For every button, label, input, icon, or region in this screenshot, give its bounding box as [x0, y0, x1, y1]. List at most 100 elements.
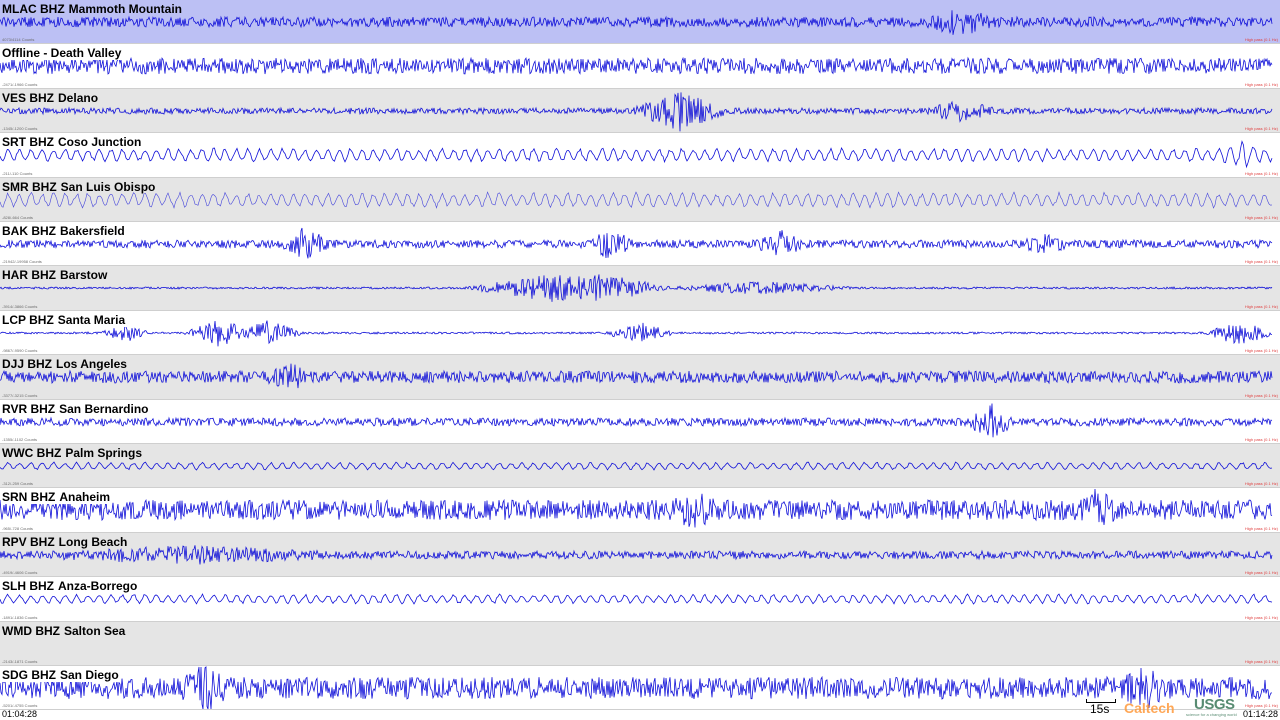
trace-filter-note: High pass (0.1 Hz) — [1244, 658, 1278, 664]
station-code: BAK BHZ — [2, 224, 56, 238]
station-code: WMD BHZ — [2, 623, 60, 638]
station-label: SRN BHZ Anaheim — [2, 490, 113, 505]
station-row: WMD BHZ Salton Sea -2143/-1871 Counts High … — [0, 621, 1280, 666]
station-label: VES BHZ Delano — [2, 91, 98, 105]
station-name: San Luis Obispo — [60, 179, 156, 194]
station-label: SDG BHZ San Diego — [2, 668, 121, 682]
start-time-label: 01:04:28 — [2, 709, 38, 719]
seismic-trace — [0, 320, 1273, 347]
station-row: VES BHZ Delano -1345/-1200 Counts High pass… — [0, 88, 1280, 134]
station-code: WWC BHZ — [2, 446, 62, 460]
station-label: HAR BHZ Barstow — [2, 268, 107, 282]
station-row: Offline - Death Valley -2471/-1966 Counts… — [0, 44, 1280, 89]
seismic-trace — [0, 190, 1273, 209]
trace-counts-range: -1891/-1836 Counts — [2, 614, 38, 620]
station-name: Barstow — [60, 268, 108, 283]
trace-counts-range: -828/-664 Counts — [2, 214, 33, 220]
trace-counts-range: -5201/-4755 Counts — [2, 703, 38, 709]
trace-filter-note: High pass (0.1 Hz) — [1244, 81, 1278, 87]
station-label: DJJ BHZ Los Angeles — [2, 357, 127, 371]
station-name: Offline - Death Valley — [2, 46, 122, 61]
station-name: San Bernardino — [59, 401, 149, 416]
station-name: Coso Junction — [58, 135, 142, 150]
station-label: SMR BHZ San Luis Obispo — [2, 180, 155, 194]
trace-filter-note: High pass (0.1 Hz) — [1244, 481, 1278, 487]
station-label: SRT BHZ Coso Junction — [2, 135, 144, 150]
trace-filter-note: High pass (0.1 Hz) — [1244, 703, 1278, 709]
station-code: RVR BHZ — [2, 401, 56, 416]
trace-filter-note: High pass (0.1 Hz) — [1244, 570, 1278, 576]
trace-filter-note: High pass (0.1 Hz) — [1244, 614, 1278, 620]
station-code: MLAC BHZ — [2, 2, 65, 16]
station-name: San Diego — [60, 668, 119, 682]
caltech-logo: Caltech — [1124, 700, 1175, 716]
trace-filter-note: High pass (0.1 Hz) — [1244, 170, 1278, 176]
station-code: RPV BHZ — [2, 534, 55, 549]
station-row: DJJ BHZ Los Angeles -3377/-3215 Counts High… — [0, 355, 1280, 400]
station-name: Mammoth Mountain — [68, 2, 182, 16]
trace-counts-range: -2143/-1871 Counts — [2, 658, 38, 664]
trace-counts-range: -211/-110 Counts — [2, 170, 33, 176]
usgs-logo-name: USGS — [1194, 696, 1235, 713]
trace-filter-note: High pass (0.1 Hz) — [1244, 214, 1278, 220]
seismic-trace — [0, 56, 1273, 76]
station-label: LCP BHZ Santa Maria — [2, 312, 128, 327]
trace-counts-range: -312/-259 Counts — [2, 481, 33, 487]
station-row: SRN BHZ Anaheim -965/-728 Counts High pass … — [0, 488, 1280, 533]
seismic-trace — [0, 593, 1273, 605]
station-name: Anaheim — [59, 490, 111, 505]
station-label: Offline - Death Valley — [2, 46, 124, 61]
station-row: RPV BHZ Long Beach -4919/-4606 Counts High … — [0, 532, 1280, 578]
seismic-trace — [0, 140, 1273, 169]
trace-filter-note: High pass (0.1 Hz) — [1244, 392, 1278, 398]
trace-counts-range: -9867/-9590 Counts — [2, 348, 38, 354]
station-name: Long Beach — [58, 534, 128, 549]
station-row: BAK BHZ Bakersfield -21942/-19958 Counts Hi… — [0, 222, 1280, 267]
seismic-trace — [0, 10, 1273, 35]
station-code: HAR BHZ — [2, 268, 56, 283]
trace-counts-range: -21942/-19958 Counts — [2, 259, 42, 265]
station-name: Santa Maria — [57, 312, 126, 327]
station-code: SRN BHZ — [2, 490, 56, 505]
trace-filter-note: High pass (0.1 Hz) — [1244, 37, 1278, 43]
seismic-trace — [0, 363, 1273, 389]
trace-filter-note: High pass (0.1 Hz) — [1244, 259, 1278, 265]
trace-counts-range: -965/-728 Counts — [2, 525, 33, 531]
station-label: RVR BHZ San Bernardino — [2, 401, 151, 416]
station-code: VES BHZ — [2, 90, 55, 105]
station-label: RPV BHZ Long Beach — [2, 535, 127, 549]
trace-filter-note: High pass (0.1 Hz) — [1244, 525, 1278, 531]
station-code: SDG BHZ — [2, 668, 56, 682]
station-name: Bakersfield — [60, 224, 125, 238]
end-time-label: 01:14:28 — [1242, 709, 1278, 719]
station-row: WWC BHZ Palm Springs -312/-259 Counts High … — [0, 444, 1280, 489]
time-scale-bar: 15s — [1086, 699, 1116, 716]
station-code: DJJ BHZ — [2, 357, 53, 372]
trace-counts-range: -2471/-1966 Counts — [2, 81, 38, 87]
station-row: SLH BHZ Anza-Borrego -1891/-1836 Counts Hig… — [0, 577, 1280, 622]
station-code: SLH BHZ — [2, 579, 54, 594]
seismic-trace — [0, 489, 1273, 528]
station-label: WMD BHZ Salton Sea — [2, 624, 125, 638]
seismic-trace — [0, 622, 1280, 666]
station-name: Los Angeles — [56, 357, 127, 372]
trace-counts-range: -1355/-1102 Counts — [2, 436, 38, 442]
seismic-trace — [0, 92, 1273, 132]
seismic-trace — [0, 403, 1273, 437]
station-code: LCP BHZ — [2, 312, 54, 327]
station-row: RVR BHZ San Bernardino -1355/-1102 Counts H… — [0, 399, 1280, 444]
station-row: LCP BHZ Santa Maria -9867/-9590 Counts High… — [0, 310, 1280, 356]
station-label: BAK BHZ Bakersfield — [2, 224, 127, 238]
station-row: HAR BHZ Barstow -3914/-3866 Counts High pas… — [0, 266, 1280, 311]
station-name: Anza-Borrego — [58, 579, 138, 594]
trace-filter-note: High pass (0.1 Hz) — [1244, 348, 1278, 354]
trace-counts-range: -4919/-4606 Counts — [2, 570, 38, 576]
usgs-logo: USGS science for a changing world — [1186, 696, 1246, 718]
seismogram-display: MLAC BHZ Mammoth Mountain 4073/4114 Counts… — [0, 0, 1280, 720]
station-code: SRT BHZ — [2, 135, 54, 150]
station-row: MLAC BHZ Mammoth Mountain 4073/4114 Counts… — [0, 0, 1280, 45]
seismic-trace — [0, 461, 1273, 471]
station-label: SLH BHZ Anza-Borrego — [2, 579, 140, 594]
trace-filter-note: High pass (0.1 Hz) — [1244, 436, 1278, 442]
station-name: Salton Sea — [63, 623, 126, 638]
